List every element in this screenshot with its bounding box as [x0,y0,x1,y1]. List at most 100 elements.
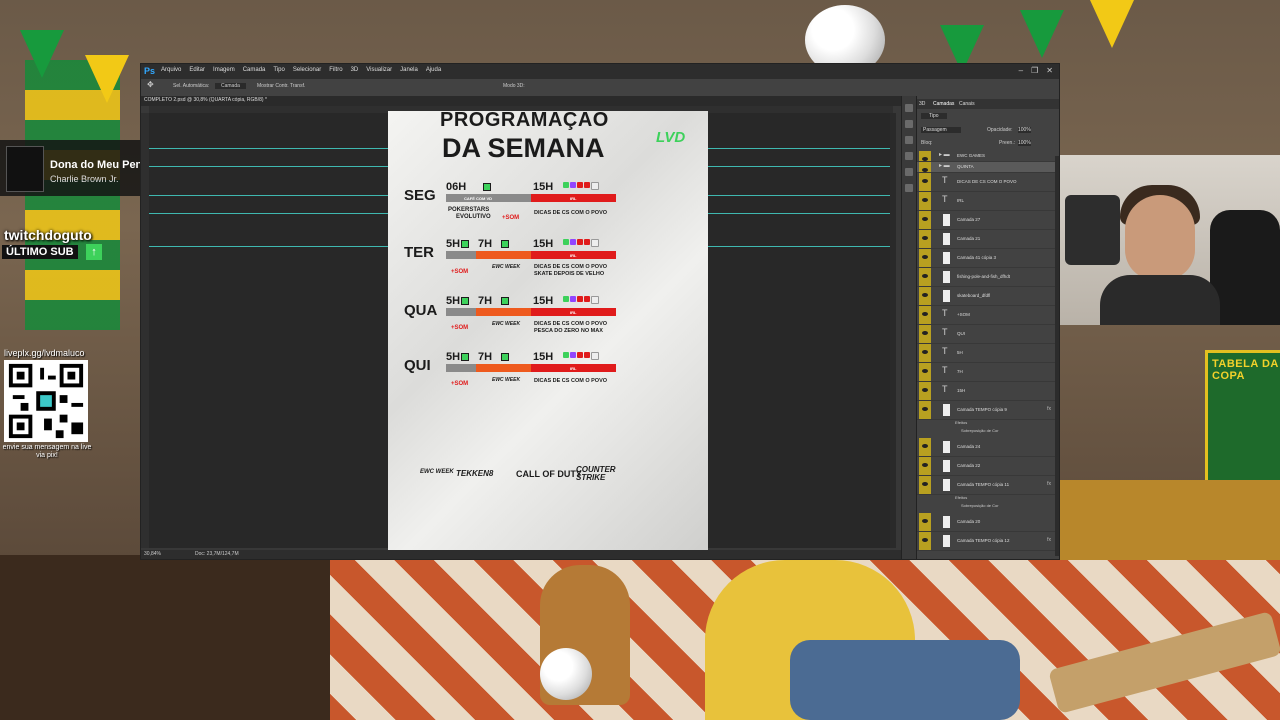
document-tab[interactable]: COMPLETO 2.psd @ 30,8% (QUARTA cópia, RG… [144,97,267,103]
bunting-flag [1020,10,1064,58]
visibility-eye-icon[interactable] [919,325,931,343]
menu-visualizar[interactable]: Visualizar [366,67,392,73]
minimize-icon[interactable]: – [1019,66,1023,75]
layer-thumbnail [943,271,950,283]
som-label: +SOM [451,325,469,331]
visibility-eye-icon[interactable] [919,344,931,362]
visibility-eye-icon[interactable] [919,438,931,456]
tab-canais[interactable]: Canais [959,101,975,107]
layer-row[interactable]: Camada 22 [917,457,1059,476]
fx-icon[interactable]: fx [1047,481,1051,487]
layer-effect-item[interactable]: Sobreposição de Cor [961,503,999,508]
visibility-eye-icon[interactable] [919,363,931,381]
streamer-shirt [1100,275,1220,325]
layer-row[interactable]: T IRL [917,192,1059,211]
menu-camada[interactable]: Camada [243,67,266,73]
layer-row[interactable]: ▸ ▬ QUINTA [917,162,1059,173]
adjustments-icon[interactable] [905,136,913,144]
history-icon[interactable] [905,104,913,112]
layer-row[interactable]: T 5H [917,344,1059,363]
layer-row[interactable]: Camada TEMPO cópia 9 fx [917,401,1059,420]
fx-icon[interactable]: fx [1047,537,1051,543]
auto-select-checkbox[interactable]: Sel. Automática: [173,83,209,89]
visibility-eye-icon[interactable] [919,287,931,305]
layer-row[interactable]: skateboard_dfdfl [917,287,1059,306]
time-label: 7H [478,295,493,307]
document-tabs: COMPLETO 2.psd @ 30,8% (QUARTA cópia, RG… [141,96,901,106]
layer-effect-item[interactable]: Sobreposição de Cor [961,428,999,433]
visibility-eye-icon[interactable] [919,476,931,494]
layer-row[interactable]: Camada 24 [917,438,1059,457]
menu-arquivo[interactable]: Arquivo [161,67,181,73]
layer-row[interactable]: T 15H [917,382,1059,401]
live-dot-icon [483,183,491,191]
layer-row[interactable]: ▸ ▬ EWC GAMES [917,151,1059,162]
visibility-eye-icon[interactable] [919,173,931,191]
auto-select-dropdown[interactable]: Camada [215,83,246,89]
layer-name: Camada TEMPO cópia 12 [957,538,1010,543]
blend-mode-dropdown[interactable]: Passagem [921,127,961,133]
visibility-eye-icon[interactable] [919,306,931,324]
microphone [1065,195,1120,265]
show-transform-checkbox[interactable]: Mostrar Contr. Transf. [257,83,305,89]
layer-effect-item[interactable]: Efeitos [955,495,967,500]
visibility-eye-icon[interactable] [919,457,931,475]
fx-icon[interactable]: fx [1047,406,1051,412]
menu-janela[interactable]: Janela [400,67,418,73]
layer-thumbnail [943,441,950,453]
visibility-eye-icon[interactable] [919,268,931,286]
character-icon[interactable] [905,184,913,192]
menu-selecionar[interactable]: Selecionar [293,67,321,73]
menu-filtro[interactable]: Filtro [329,67,342,73]
visibility-eye-icon[interactable] [919,249,931,267]
swatches-icon[interactable] [905,152,913,160]
menu-3d[interactable]: 3D [351,67,359,73]
layer-row[interactable]: Camada 41 cópia 3 [917,249,1059,268]
bunting-flag [20,30,64,78]
menu-ajuda[interactable]: Ajuda [426,67,441,73]
visibility-eye-icon[interactable] [919,382,931,400]
tab-camadas[interactable]: Camadas [933,101,954,107]
layer-row[interactable]: Camada 21 [917,230,1059,249]
restore-icon[interactable]: ❐ [1031,66,1038,75]
visibility-eye-icon[interactable] [919,401,931,419]
layer-row[interactable]: Camada TEMPO cópia 12 fx [917,532,1059,551]
layer-filter-dropdown[interactable]: Tipo [921,113,947,119]
tab-3d[interactable]: 3D [919,101,925,107]
layer-row[interactable]: T DICAS DE CS COM O POVO [917,173,1059,192]
platform-icons [563,296,599,304]
layers-scrollbar[interactable] [1055,156,1059,556]
opacity-input[interactable]: 100% [1018,127,1031,133]
tip-line1: DICAS DE CS COM O POVO [534,210,608,216]
layer-row[interactable]: T QUI [917,325,1059,344]
layer-name: 7H [957,369,963,374]
close-icon[interactable]: ✕ [1046,66,1053,75]
folder-icon[interactable]: ▸ ▬ [939,151,950,158]
qr-note: envie sua mensagem na live via pix! [2,444,92,459]
menu-imagem[interactable]: Imagem [213,67,235,73]
layer-row[interactable]: fishing-pole-and-fish_dfhdt [917,268,1059,287]
brush-icon[interactable] [905,168,913,176]
layer-row[interactable]: Camada 27 [917,211,1059,230]
layer-row[interactable]: T +SOM [917,306,1059,325]
zoom-readout[interactable]: 30,84% [144,551,161,557]
menu-editar[interactable]: Editar [189,67,205,73]
visibility-eye-icon[interactable] [919,162,931,172]
menu-tipo[interactable]: Tipo [273,67,284,73]
visibility-eye-icon[interactable] [919,192,931,210]
layer-effect-item[interactable]: Efeitos [955,420,967,425]
visibility-eye-icon[interactable] [919,230,931,248]
properties-icon[interactable] [905,120,913,128]
fill-input[interactable]: 100% [1018,140,1031,146]
layer-row[interactable]: Camada 20 [917,513,1059,532]
move-tool-icon[interactable]: ✥ [147,80,154,89]
layer-row[interactable]: Camada TEMPO cópia 11 fx [917,476,1059,495]
visibility-eye-icon[interactable] [919,151,931,161]
canvas-vertical-scrollbar[interactable] [890,113,896,548]
folder-icon[interactable]: ▸ ▬ [939,162,950,169]
schedule-bar [476,364,531,372]
visibility-eye-icon[interactable] [919,532,931,550]
visibility-eye-icon[interactable] [919,513,931,531]
layer-row[interactable]: T 7H [917,363,1059,382]
visibility-eye-icon[interactable] [919,211,931,229]
